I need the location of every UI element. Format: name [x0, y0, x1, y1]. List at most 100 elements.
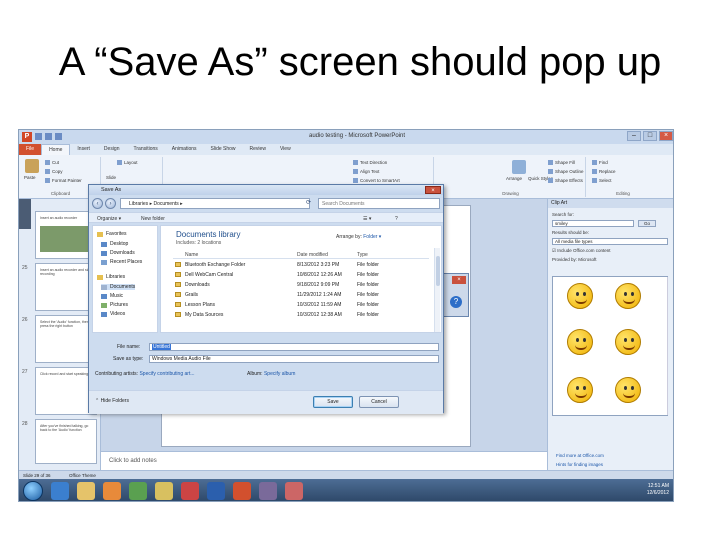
- include-office-checkbox[interactable]: ☑ Include Office.com content: [552, 248, 611, 254]
- select-button[interactable]: Select: [592, 178, 612, 183]
- folder-icon[interactable]: [77, 482, 95, 500]
- nav-videos[interactable]: Videos: [101, 311, 125, 317]
- replace-button[interactable]: Replace: [592, 169, 616, 174]
- arrange-icon[interactable]: [512, 160, 526, 174]
- shape-fill-button[interactable]: Shape Fill: [548, 160, 575, 165]
- dialog-close-button[interactable]: ×: [425, 186, 441, 194]
- powerpoint-icon[interactable]: P: [22, 132, 32, 142]
- file-row[interactable]: Bluetooth Exchange Folder 8/13/2012 3:23 …: [173, 261, 429, 269]
- scrollbar-thumb[interactable]: [436, 256, 440, 286]
- go-button[interactable]: Go: [638, 220, 656, 227]
- powerpoint-icon[interactable]: [233, 482, 251, 500]
- save-icon[interactable]: [35, 133, 42, 140]
- arrange-by-select[interactable]: Folder ▾: [363, 234, 381, 240]
- clip-art-search-input[interactable]: smiley: [552, 220, 634, 227]
- smiley-clip[interactable]: [567, 377, 593, 403]
- paste-button[interactable]: Paste: [24, 175, 36, 180]
- library-includes[interactable]: Includes: 2 locations: [176, 240, 221, 246]
- hide-folders-button[interactable]: ⌃ Hide Folders: [95, 398, 129, 404]
- album-link[interactable]: Specify album: [264, 371, 295, 377]
- back-icon[interactable]: ‹: [92, 198, 103, 209]
- cancel-button[interactable]: Cancel: [359, 396, 399, 408]
- tab-review[interactable]: Review: [243, 144, 273, 155]
- redo-icon[interactable]: [55, 133, 62, 140]
- file-name-input[interactable]: Untitled: [149, 343, 439, 351]
- layout-button[interactable]: Layout: [117, 160, 138, 165]
- tab-transitions[interactable]: Transitions: [127, 144, 165, 155]
- nav-favorites[interactable]: Favorites: [97, 231, 127, 237]
- smiley-clip[interactable]: [567, 283, 593, 309]
- artists-link[interactable]: Specify contributing art...: [139, 371, 194, 377]
- forward-icon[interactable]: ›: [105, 198, 116, 209]
- tab-slide-show[interactable]: Slide Show: [204, 144, 243, 155]
- nav-libraries[interactable]: Libraries: [97, 274, 125, 280]
- help-icon[interactable]: ?: [395, 216, 398, 222]
- address-bar[interactable]: Libraries ▸ Documents ▸: [120, 198, 310, 209]
- file-row[interactable]: Downloads 9/18/2012 9:09 PM File folder: [173, 281, 429, 289]
- tab-file[interactable]: File: [19, 144, 42, 155]
- media-type-select[interactable]: All media file types: [552, 238, 668, 245]
- close-button[interactable]: ×: [659, 131, 673, 141]
- maximize-button[interactable]: □: [643, 131, 657, 141]
- clock[interactable]: 12:51 AM 12/6/2012: [647, 483, 669, 497]
- organize-button[interactable]: Organize ▾: [97, 216, 121, 222]
- tab-home[interactable]: Home: [41, 144, 71, 155]
- tab-animations[interactable]: Animations: [165, 144, 204, 155]
- save-type-select[interactable]: Windows Media Audio File: [149, 355, 439, 363]
- nav-recent-places[interactable]: Recent Places: [101, 259, 142, 265]
- cut-button[interactable]: Cut: [45, 160, 59, 165]
- smiley-clip[interactable]: [615, 329, 641, 355]
- app-icon[interactable]: [181, 482, 199, 500]
- slide-thumbnail[interactable]: After you've finished talking, go back t…: [35, 419, 97, 464]
- align-text-button[interactable]: Align Text: [353, 169, 379, 174]
- tab-insert[interactable]: Insert: [70, 144, 97, 155]
- format-painter-button[interactable]: Format Painter: [45, 178, 82, 183]
- nav-pictures[interactable]: Pictures: [101, 302, 128, 308]
- ie-icon[interactable]: [51, 482, 69, 500]
- close-icon[interactable]: ×: [452, 276, 466, 284]
- start-button[interactable]: [23, 481, 43, 501]
- media-player-icon[interactable]: [103, 482, 121, 500]
- window-title: audio testing - Microsoft PowerPoint: [309, 133, 406, 139]
- nav-documents[interactable]: Documents: [101, 284, 136, 290]
- minimize-button[interactable]: –: [627, 131, 641, 141]
- smiley-clip[interactable]: [615, 377, 641, 403]
- nav-desktop[interactable]: Desktop: [101, 241, 128, 247]
- tab-view[interactable]: View: [273, 144, 298, 155]
- chrome-icon[interactable]: [129, 482, 147, 500]
- text-direction-button[interactable]: Text Direction: [353, 160, 387, 165]
- tab-design[interactable]: Design: [97, 144, 127, 155]
- shape-outline-button[interactable]: Shape Outline: [548, 169, 584, 174]
- word-icon[interactable]: [207, 482, 225, 500]
- file-list-scrollbar[interactable]: [434, 248, 440, 332]
- app-icon[interactable]: [285, 482, 303, 500]
- file-row[interactable]: Grails 11/29/2012 1:24 AM File folder: [173, 291, 429, 299]
- search-input[interactable]: Search Documents: [318, 198, 440, 209]
- copy-button[interactable]: Copy: [45, 169, 63, 174]
- pane-grip[interactable]: [19, 199, 31, 229]
- shape-effects-button[interactable]: Shape Effects: [548, 178, 583, 183]
- nav-downloads[interactable]: Downloads: [101, 250, 135, 256]
- help-icon[interactable]: ?: [450, 296, 462, 308]
- refresh-icon[interactable]: ⟳: [306, 199, 314, 207]
- file-row[interactable]: Dell WebCam Central 10/8/2012 12:26 AM Fil…: [173, 271, 429, 279]
- new-slide-button[interactable]: Slide: [106, 175, 116, 180]
- paste-icon[interactable]: [25, 159, 39, 173]
- view-options-icon[interactable]: ☰ ▾: [363, 216, 371, 222]
- clip-art-scrollbar[interactable]: [667, 277, 668, 415]
- nav-music[interactable]: Music: [101, 293, 123, 299]
- save-button[interactable]: Save: [313, 396, 353, 408]
- file-row[interactable]: My Data Sources 10/3/2012 12:38 AM File fo…: [173, 311, 429, 319]
- convert-smartart-button[interactable]: Convert to SmartArt: [353, 178, 400, 183]
- undo-icon[interactable]: [45, 133, 52, 140]
- find-button[interactable]: Find: [592, 160, 608, 165]
- app-icon[interactable]: [155, 482, 173, 500]
- smiley-clip[interactable]: [615, 283, 641, 309]
- new-folder-button[interactable]: New folder: [141, 216, 165, 222]
- hints-link[interactable]: Hints for finding images: [556, 462, 603, 467]
- find-more-link[interactable]: Find more at Office.com: [556, 453, 604, 458]
- app-icon[interactable]: [259, 482, 277, 500]
- smiley-clip[interactable]: [567, 329, 593, 355]
- file-row[interactable]: Lesson Plans 10/3/2012 11:59 AM File folde…: [173, 301, 429, 309]
- arrange-button[interactable]: Arrange: [506, 176, 522, 181]
